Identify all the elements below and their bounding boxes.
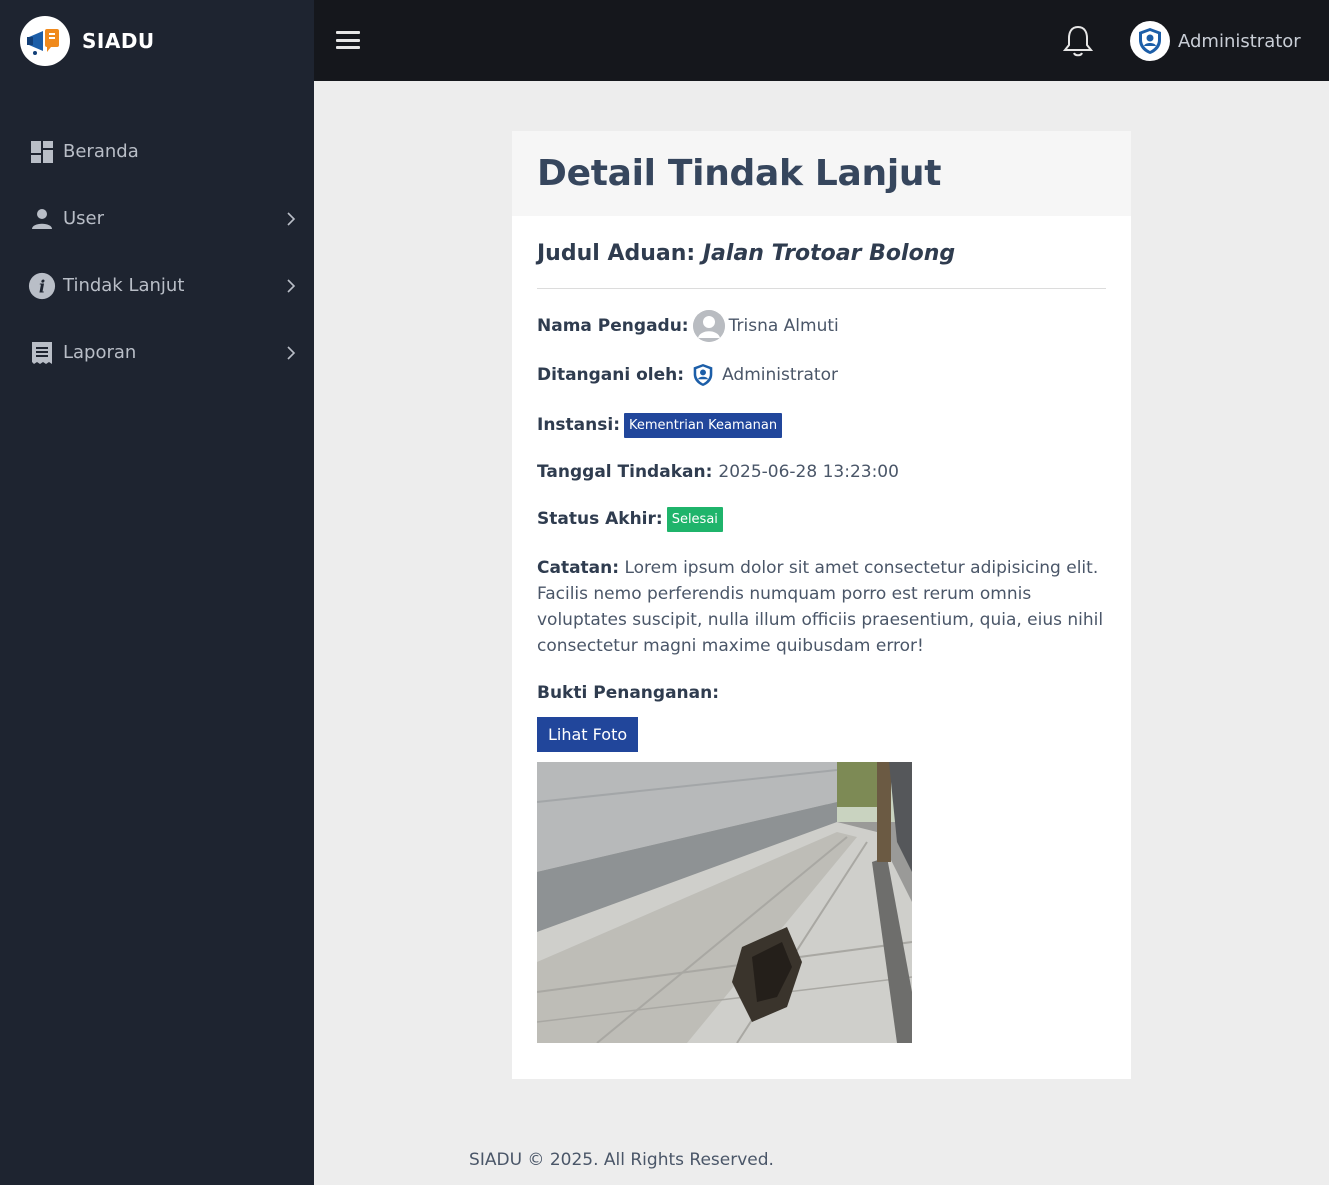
bukti-label: Bukti Penanganan: (537, 683, 720, 703)
instansi-label: Instansi: (537, 415, 620, 435)
svg-text:i: i (39, 276, 45, 296)
status-row: Status Akhir: Selesai (537, 505, 1106, 533)
card-body: Judul Aduan: Jalan Trotoar Bolong Nama P… (512, 241, 1131, 1043)
status-label: Status Akhir: (537, 509, 663, 529)
user-name: Administrator (1178, 30, 1301, 52)
catatan-value: Lorem ipsum dolor sit amet consectetur a… (537, 558, 1104, 656)
sidebar-item-tindak-lanjut[interactable]: i Tindak Lanjut (0, 252, 314, 319)
evidence-photo[interactable] (537, 762, 912, 1043)
chevron-right-icon (284, 278, 298, 293)
admin-shield-icon (1130, 21, 1170, 61)
tanggal-label: Tanggal Tindakan: (537, 462, 713, 482)
ditangani-row: Ditangani oleh: Administrator (537, 361, 1106, 389)
footer: SIADU © 2025. All Rights Reserved. (469, 1150, 774, 1170)
sidebar-item-label: User (63, 208, 105, 229)
catatan: Catatan: Lorem ipsum dolor sit amet cons… (537, 555, 1107, 659)
pengadu-value: Trisna Almuti (728, 316, 839, 336)
sidebar-menu: Beranda User i Tindak Lanjut Laporan (0, 118, 314, 386)
judul-value: Jalan Trotoar Bolong (702, 241, 956, 266)
divider (537, 288, 1106, 289)
chevron-right-icon (284, 211, 298, 226)
sidebar-item-label: Laporan (63, 342, 137, 363)
instansi-badge: Kementrian Keamanan (624, 412, 783, 438)
user-menu[interactable]: Administrator (1130, 21, 1301, 61)
tanggal-row: Tanggal Tindakan: 2025-06-28 13:23:00 (537, 459, 1106, 485)
ditangani-value: Administrator (722, 365, 838, 385)
tanggal-value: 2025-06-28 13:23:00 (718, 462, 899, 482)
card-header: Detail Tindak Lanjut (512, 131, 1131, 216)
pengadu-label: Nama Pengadu: (537, 316, 689, 336)
judul-label: Judul Aduan: (537, 241, 696, 266)
complaint-title: Judul Aduan: Jalan Trotoar Bolong (537, 241, 1106, 269)
brand[interactable]: SIADU (20, 16, 155, 66)
chevron-right-icon (284, 345, 298, 360)
admin-shield-icon (690, 362, 716, 388)
instansi-row: Instansi: Kementrian Keamanan (537, 411, 1106, 439)
sidebar-item-label: Beranda (63, 141, 139, 162)
siadu-logo (20, 16, 70, 66)
status-badge: Selesai (666, 506, 723, 532)
bell-icon[interactable] (1062, 24, 1094, 58)
sidebar-item-laporan[interactable]: Laporan (0, 319, 314, 386)
user-icon (28, 205, 56, 233)
avatar-placeholder-icon (692, 310, 725, 342)
brand-name: SIADU (82, 29, 155, 53)
sidebar-item-user[interactable]: User (0, 185, 314, 252)
detail-card: Detail Tindak Lanjut Judul Aduan: Jalan … (512, 131, 1131, 1079)
pengadu-row: Nama Pengadu: Trisna Almuti (537, 309, 1106, 343)
topbar: Administrator (314, 0, 1329, 81)
receipt-icon (28, 339, 56, 367)
sidebar-item-label: Tindak Lanjut (63, 275, 185, 296)
catatan-label: Catatan: (537, 558, 620, 578)
lihat-foto-button[interactable]: Lihat Foto (537, 717, 639, 752)
info-icon: i (28, 272, 56, 300)
dashboard-icon (28, 138, 56, 166)
sidebar-item-beranda[interactable]: Beranda (0, 118, 314, 185)
page-title: Detail Tindak Lanjut (537, 153, 942, 194)
ditangani-label: Ditangani oleh: (537, 365, 685, 385)
sidebar: SIADU Beranda User i Tindak Lanjut Lapor… (0, 0, 314, 1185)
hamburger-icon[interactable] (334, 28, 362, 52)
